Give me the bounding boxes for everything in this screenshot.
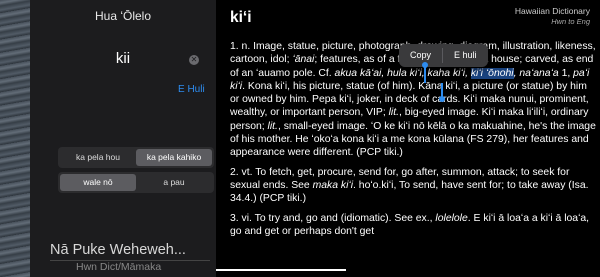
segment-option-exact[interactable]: wale nō (60, 174, 136, 191)
selection-end-handle[interactable] (439, 83, 445, 102)
background-image-strip (0, 0, 30, 277)
copy-menu-item[interactable]: Copy (399, 44, 442, 67)
dictionary-title: Hawaiian Dictionary (514, 6, 590, 16)
entry-panel: kiʻi Hawaiian Dictionary Hwn to Eng 1. n… (216, 0, 600, 277)
dictionary-list-title[interactable]: Nā Puke Weheweh... (50, 242, 186, 258)
sidebar-panel: Hua ʻŌlelo kii ✕ E Huli ka pela hou ka p… (0, 0, 216, 277)
segment-option-new-spelling[interactable]: ka pela hou (60, 149, 136, 166)
selected-text: kiʻi ʻōnohi (470, 67, 514, 79)
definitions: 1. n. Image, statue, picture, photograph… (230, 40, 596, 244)
clear-icon[interactable]: ✕ (189, 55, 199, 65)
dictionary-list-subtitle: Hwn Dict/Māmaka (76, 261, 162, 273)
definition-3[interactable]: 3. vi. To try and, go and (idiomatic). S… (230, 212, 596, 239)
lookup-menu-item[interactable]: E huli (443, 44, 488, 67)
segment-option-old-spelling[interactable]: ka pela kahiko (136, 149, 212, 166)
dictionary-subtitle: Hwn to Eng (551, 17, 590, 26)
entry-headword: kiʻi (230, 9, 252, 26)
sidebar-title: Hua ʻŌlelo (94, 9, 152, 23)
sidebar-content: Hua ʻŌlelo kii ✕ E Huli ka pela hou ka p… (30, 0, 216, 277)
selection-start-handle[interactable] (422, 62, 428, 83)
spelling-segmented-control: ka pela hou ka pela kahiko (58, 147, 214, 168)
segment-option-all[interactable]: a pau (136, 174, 212, 191)
match-segmented-control: wale nō a pau (58, 172, 214, 193)
definition-2[interactable]: 2. vt. To fetch, get, procure, send for,… (230, 166, 596, 206)
scroll-indicator (216, 269, 346, 271)
context-menu: Copy E huli (399, 44, 488, 67)
search-button[interactable]: E Huli (178, 84, 205, 95)
